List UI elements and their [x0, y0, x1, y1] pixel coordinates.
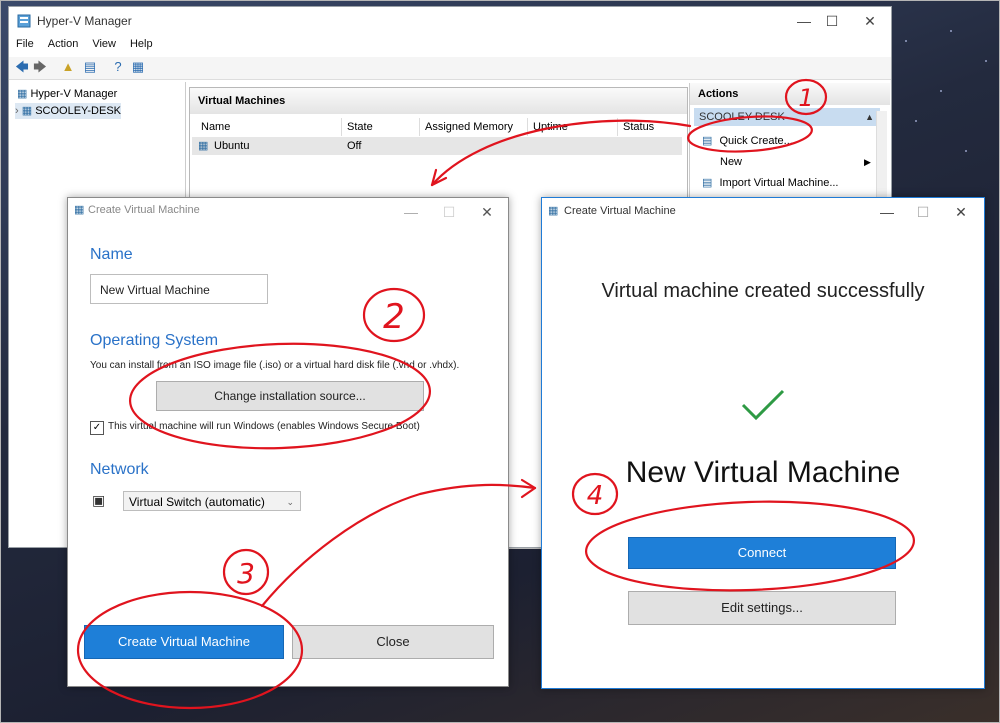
column-header-memory[interactable]: Assigned Memory [420, 118, 528, 136]
created-vm-name: New Virtual Machine [625, 456, 901, 489]
network-switch-value: Virtual Switch (automatic) [129, 495, 265, 509]
dialog-maximize-button[interactable]: ☐ [434, 202, 464, 222]
success-close-button[interactable]: ✕ [946, 202, 976, 222]
success-dialog-title: Create Virtual Machine [564, 205, 676, 217]
hyperv-tree-icon: ▦ [17, 88, 28, 100]
action-quick-create[interactable]: ▤ Quick Create... [702, 132, 793, 150]
create-dialog-title: Create Virtual Machine [88, 204, 200, 216]
back-arrow-icon[interactable]: 🡄 [13, 59, 31, 75]
vm-panel-title: Virtual Machines [190, 88, 687, 114]
close-window-button[interactable]: ✕ [855, 11, 885, 31]
name-section-heading: Name [90, 246, 133, 263]
quick-create-label: Quick Create... [719, 135, 793, 147]
tree-host-node[interactable]: › ▦ SCOOLEY-DESK [15, 103, 121, 119]
action-new[interactable]: New ▶ [702, 153, 871, 171]
console-tree-icon[interactable]: ▤ [81, 59, 99, 75]
network-section-heading: Network [90, 461, 149, 478]
vm-created-dialog: ▦ Create Virtual Machine — ☐ ✕ Virtual m… [541, 197, 985, 689]
import-icon: ▤ [702, 177, 713, 189]
main-window-title: Hyper-V Manager [37, 14, 132, 28]
maximize-button[interactable]: ☐ [817, 11, 847, 31]
create-vm-dialog: ▦ Create Virtual Machine — ☐ ✕ Name New … [67, 197, 509, 687]
dropdown-chevron-icon: ⌄ [286, 497, 294, 507]
change-installation-source-button[interactable]: Change installation source... [156, 381, 424, 411]
success-maximize-button[interactable]: ☐ [908, 202, 938, 222]
help-icon[interactable]: ? [109, 59, 127, 75]
new-label: New [720, 156, 743, 168]
submenu-arrow-icon: ▶ [864, 157, 871, 167]
success-dialog-titlebar: ▦ Create Virtual Machine — ☐ ✕ [542, 198, 984, 224]
actions-host-header[interactable]: SCOOLEY-DESK ▲ [694, 108, 880, 126]
vm-icon: ▦ [198, 140, 209, 152]
column-header-state[interactable]: State [342, 118, 420, 136]
close-button[interactable]: Close [292, 625, 494, 659]
hyperv-app-icon [17, 14, 31, 28]
tree-root[interactable]: ▦ Hyper-V Manager [17, 86, 117, 102]
dialog-close-button[interactable]: ✕ [472, 202, 502, 222]
menu-help[interactable]: Help [123, 35, 160, 53]
network-switch-select[interactable]: Virtual Switch (automatic) ⌄ [123, 491, 301, 511]
server-icon: ▦ [21, 105, 33, 117]
action-import[interactable]: ▤ Import Virtual Machine... [702, 174, 838, 192]
vm-state: Off [347, 140, 362, 152]
dialog-minimize-button[interactable]: — [396, 202, 426, 222]
create-dialog-titlebar: ▦ Create Virtual Machine — ☐ ✕ [68, 198, 508, 222]
menu-bar: File Action View Help [9, 35, 891, 55]
actions-host-label: SCOOLEY-DESK [699, 111, 785, 123]
os-section-heading: Operating System [90, 332, 219, 349]
collapse-icon[interactable]: ▲ [865, 108, 874, 126]
expand-chevron-icon[interactable]: › [15, 105, 19, 117]
dialog-app-icon: ▦ [74, 204, 85, 216]
folder-up-icon[interactable]: ▲ [59, 59, 77, 75]
success-minimize-button[interactable]: — [872, 202, 902, 222]
os-description: You can install from an ISO image file (… [90, 360, 460, 371]
column-header-name[interactable]: Name [196, 118, 342, 136]
menu-action[interactable]: Action [41, 35, 86, 53]
dialog-app-icon: ▦ [548, 205, 559, 217]
menu-file[interactable]: File [9, 35, 41, 53]
main-titlebar: Hyper-V Manager — ☐ ✕ [9, 7, 891, 35]
success-message: Virtual machine created successfully [601, 280, 925, 302]
windows-checkbox-label: This virtual machine will run Windows (e… [108, 421, 420, 432]
vm-name: Ubuntu [214, 140, 250, 152]
toolbar: 🡄 🡆 ▲ ▤ ? ▦ [9, 57, 891, 80]
windows-checkbox[interactable]: ✓ [90, 421, 104, 435]
vm-name-input[interactable]: New Virtual Machine [90, 274, 268, 304]
edit-settings-button[interactable]: Edit settings... [628, 591, 896, 625]
column-header-uptime[interactable]: Uptime [528, 118, 618, 136]
menu-view[interactable]: View [85, 35, 123, 53]
checkmark-icon [741, 389, 785, 421]
forward-arrow-icon[interactable]: 🡆 [31, 59, 49, 75]
column-header-status[interactable]: Status [618, 118, 684, 136]
tree-host-label: SCOOLEY-DESK [35, 105, 121, 117]
action-pane-icon[interactable]: ▦ [129, 59, 147, 75]
tree-root-label: Hyper-V Manager [30, 88, 118, 100]
network-adapter-icon: ▣ [92, 492, 106, 508]
connect-button[interactable]: Connect [628, 537, 896, 569]
actions-title: Actions [690, 83, 890, 105]
minimize-button[interactable]: — [789, 11, 819, 31]
quick-create-icon: ▤ [702, 135, 713, 147]
table-row[interactable]: ▦ Ubuntu Off [192, 137, 682, 155]
create-virtual-machine-button[interactable]: Create Virtual Machine [84, 625, 284, 659]
import-label: Import Virtual Machine... [719, 177, 839, 189]
actions-scrollbar[interactable] [876, 111, 887, 201]
